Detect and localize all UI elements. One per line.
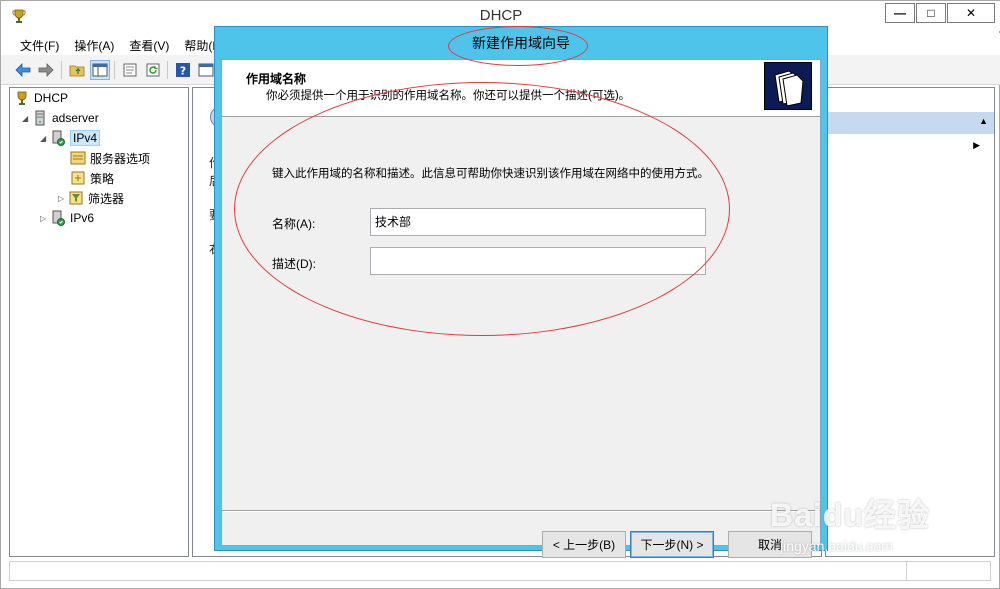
close-button[interactable]: ✕ <box>947 3 995 23</box>
maximize-icon: □ <box>927 6 935 20</box>
maximize-button[interactable]: □ <box>916 3 946 23</box>
collapse-arrow-icon[interactable]: ◢ <box>22 114 32 123</box>
wizard-header: 作用域名称 你必须提供一个用于识别的作用域名称。你还可以提供一个描述(可选)。 <box>222 60 820 117</box>
tree-item-dhcp[interactable]: DHCP <box>14 88 68 108</box>
server-options-icon <box>70 151 86 165</box>
show-hide-tree-icon <box>92 63 108 77</box>
back-button[interactable]: < 上一步(B) <box>542 531 626 558</box>
forward-button[interactable] <box>36 60 56 80</box>
policies-icon <box>71 171 85 185</box>
cancel-button[interactable]: 取消 <box>728 531 812 558</box>
window-title: DHCP <box>479 7 523 24</box>
scope-name-input[interactable]: 技术部 <box>370 208 706 236</box>
next-button[interactable]: 下一步(N) > <box>630 531 714 558</box>
filters-icon <box>69 191 83 205</box>
expand-arrow-icon[interactable]: ▷ <box>40 214 50 223</box>
server-icon <box>35 110 45 126</box>
dhcp-icon <box>17 91 27 105</box>
help-button[interactable]: ? <box>173 60 193 80</box>
status-bar <box>9 561 991 581</box>
new-scope-wizard: 新建作用域向导 作用域名称 你必须提供一个用于识别的作用域名称。你还可以提供一个… <box>214 26 828 558</box>
back-arrow-icon <box>15 63 31 77</box>
tree-label-policies: 策略 <box>90 171 115 186</box>
collapse-arrow-icon[interactable]: ◢ <box>40 134 50 143</box>
forward-arrow-icon <box>38 63 54 77</box>
properties-icon <box>123 63 137 77</box>
up-folder-icon <box>69 65 85 77</box>
folders-icon <box>764 62 812 110</box>
minimize-icon: — <box>894 6 906 20</box>
wizard-header-title: 作用域名称 <box>246 72 307 86</box>
tree-item-ipv4[interactable]: ◢ IPv4 <box>40 128 101 148</box>
refresh-icon <box>146 63 160 77</box>
tree-label-adserver: adserver <box>52 111 99 125</box>
minimize-button[interactable]: — <box>885 3 915 23</box>
tree-label-ipv6: IPv6 <box>70 211 95 225</box>
up-folder-button[interactable] <box>67 60 87 80</box>
menu-view[interactable]: 查看(V) <box>122 33 177 55</box>
ipv6-icon <box>52 210 65 226</box>
ipv4-icon <box>52 130 65 146</box>
tree-item-filters[interactable]: ▷ 筛选器 <box>58 188 124 208</box>
refresh-button[interactable] <box>143 60 163 80</box>
actions-header[interactable]: ▲ <box>826 112 994 134</box>
properties-button[interactable] <box>120 60 140 80</box>
actions-pane: ▲ ▶ <box>825 87 995 557</box>
wizard-title: 新建作用域向导 <box>472 35 570 51</box>
collapse-up-icon[interactable]: ▲ <box>979 116 988 126</box>
tree-item-adserver[interactable]: ◢ adserver <box>22 108 99 128</box>
close-icon: ✕ <box>965 6 977 20</box>
console-button[interactable] <box>196 60 216 80</box>
tree-label-ipv4: IPv4 <box>70 130 101 146</box>
wizard-body: 作用域名称 你必须提供一个用于识别的作用域名称。你还可以提供一个描述(可选)。 … <box>221 59 821 558</box>
tree-label-filters: 筛选器 <box>88 191 125 206</box>
scope-description-input[interactable] <box>370 247 706 275</box>
tree-item-policies[interactable]: 策略 <box>70 168 114 188</box>
tree-item-ipv6[interactable]: ▷ IPv6 <box>40 208 94 228</box>
tree-item-server-options[interactable]: 服务器选项 <box>70 148 150 168</box>
console-icon <box>198 63 214 77</box>
expand-arrow-icon[interactable]: ▷ <box>58 194 68 203</box>
tree-label-dhcp: DHCP <box>34 91 69 105</box>
show-hide-tree-button[interactable] <box>90 60 110 80</box>
tree-label-server-options: 服务器选项 <box>90 151 151 166</box>
menu-file[interactable]: 文件(F) <box>13 33 67 55</box>
more-actions-arrow-icon[interactable]: ▶ <box>973 140 980 151</box>
name-label: 名称(A): <box>272 217 316 231</box>
description-label: 描述(D): <box>272 257 316 271</box>
back-button[interactable] <box>13 60 33 80</box>
wizard-prompt: 键入此作用域的名称和描述。此信息可帮助你快速识别该作用域在网络中的使用方式。 <box>272 168 709 180</box>
wizard-header-subtitle: 你必须提供一个用于识别的作用域名称。你还可以提供一个描述(可选)。 <box>266 90 631 102</box>
svg-text:?: ? <box>180 65 186 78</box>
menu-action[interactable]: 操作(A) <box>67 33 122 55</box>
help-icon: ? <box>176 63 190 78</box>
console-tree: DHCP ◢ adserver ◢ IPv4 服务器选项 策略 ▷ 筛选器 ▷ <box>9 87 189 557</box>
